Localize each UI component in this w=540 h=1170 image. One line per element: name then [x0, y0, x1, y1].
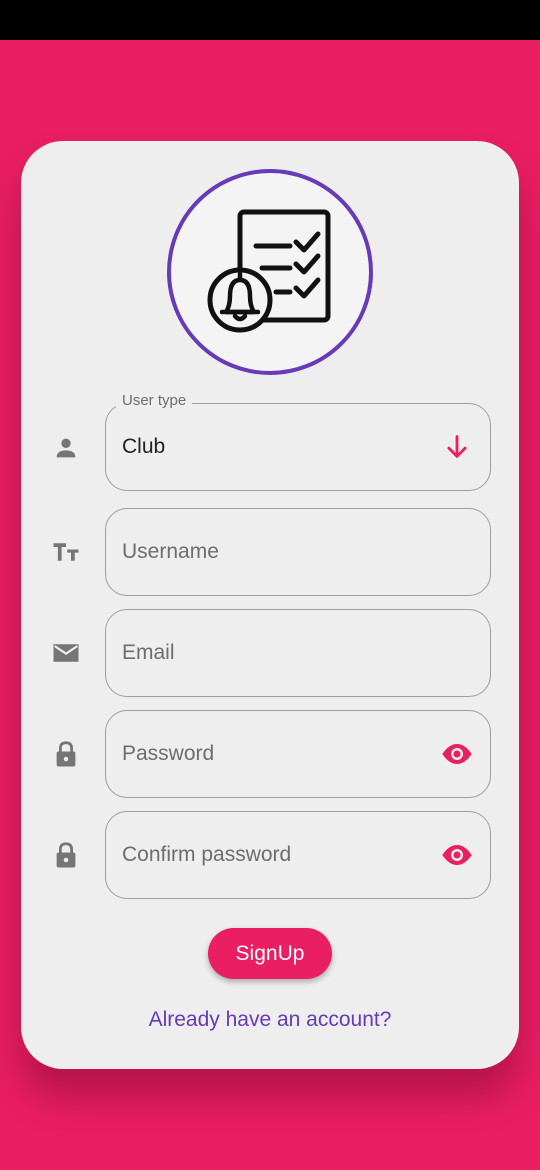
lock-icon	[49, 838, 83, 872]
status-bar	[0, 0, 540, 40]
username-row: Username	[21, 508, 519, 596]
user-type-select[interactable]: User type Club	[105, 392, 491, 491]
lock-icon	[49, 737, 83, 771]
signup-button[interactable]: SignUp	[208, 928, 332, 979]
arrow-down-icon[interactable]	[440, 430, 474, 464]
username-field[interactable]: Username	[105, 508, 491, 596]
password-row: Password	[21, 710, 519, 798]
user-type-value: Club	[122, 435, 166, 458]
email-placeholder: Email	[122, 641, 175, 664]
password-field[interactable]: Password	[105, 710, 491, 798]
user-type-row: User type Club	[21, 392, 519, 493]
login-link[interactable]: Already have an account?	[21, 1008, 519, 1032]
checklist-bell-icon	[207, 209, 331, 333]
person-icon	[49, 431, 83, 465]
confirm-password-placeholder: Confirm password	[122, 843, 292, 866]
username-placeholder: Username	[122, 540, 219, 563]
eye-icon[interactable]	[440, 737, 474, 771]
mail-icon	[49, 636, 83, 670]
email-row: Email	[21, 609, 519, 697]
password-placeholder: Password	[122, 742, 215, 765]
confirm-password-row: Confirm password	[21, 811, 519, 899]
email-field[interactable]: Email	[105, 609, 491, 697]
eye-icon[interactable]	[440, 838, 474, 872]
confirm-password-field[interactable]: Confirm password	[105, 811, 491, 899]
signup-card: User type Club Username Email Password C…	[21, 141, 519, 1069]
app-logo	[167, 169, 373, 375]
text-fields-icon	[49, 535, 83, 569]
